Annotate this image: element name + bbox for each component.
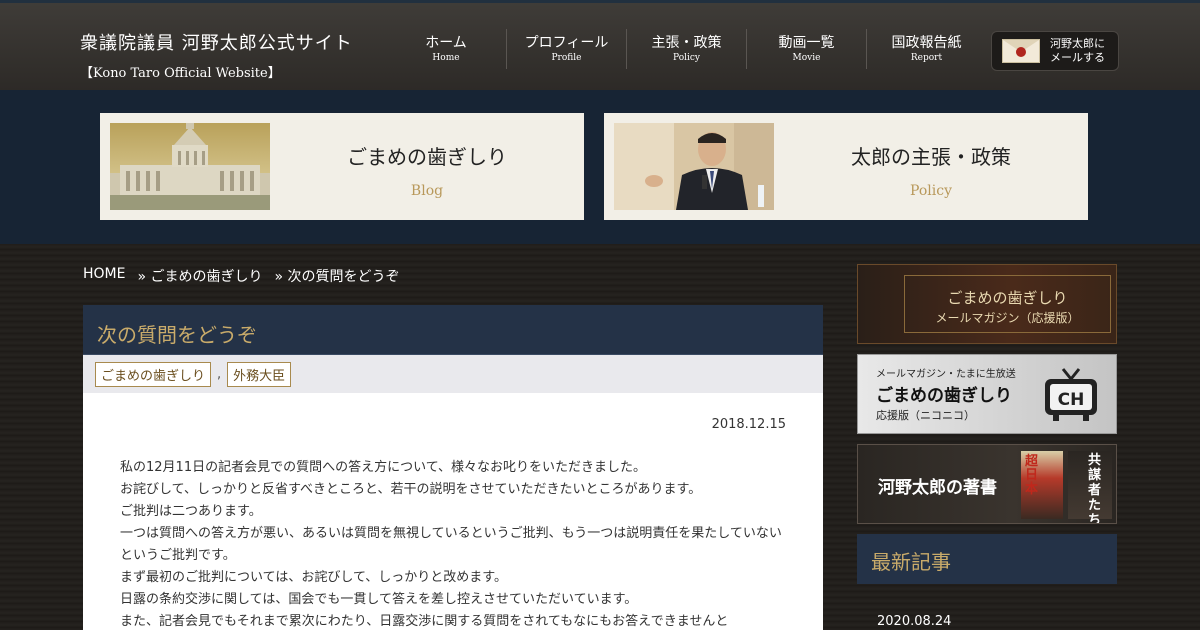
nav-policy[interactable]: 主張・政策 Policy — [626, 29, 746, 69]
feature-blog-card[interactable]: ごまめの歯ぎしり Blog — [100, 113, 584, 220]
nav-label: ホーム — [425, 35, 467, 51]
nav-profile[interactable]: プロフィール Profile — [506, 29, 626, 69]
nav-home[interactable]: ホーム Home — [386, 29, 506, 69]
nav-sublabel: Report — [910, 53, 943, 63]
article-paragraph: お詫びして、しっかりと反省すべきところと、若干の説明をさせていただきたいところが… — [120, 482, 702, 497]
mail-button[interactable]: 河野太郎に メールする — [991, 31, 1119, 71]
article-text: 私の12月11日の記者会見での質問への答え方について、様々なお叱りをいただきまし… — [120, 457, 785, 630]
latest-posts-header: 最新記事 — [857, 534, 1117, 584]
tag-separator: , — [217, 366, 222, 382]
niconico-logo-text: CH — [1058, 390, 1085, 410]
nav-label: プロフィール — [524, 35, 609, 51]
breadcrumb: HOME » ごまめの歯ぎしり » 次の質問をどうぞ — [83, 266, 400, 286]
feature-title: ごまめの歯ぎしり — [347, 145, 507, 169]
book-title-1: 超日本 — [1025, 454, 1039, 497]
article-paragraph: ご批判は二つあります。 — [120, 504, 262, 519]
article-date: 2018.12.15 — [711, 417, 786, 432]
article-header: 次の質問をどうぞ — [83, 305, 823, 355]
tag-list: ごまめの歯ぎしり , 外務大臣 — [83, 355, 823, 393]
site-title[interactable]: 衆議院議員 河野太郎公式サイト — [80, 29, 353, 55]
nav-label: 主張・政策 — [651, 35, 722, 51]
tag-foreign-minister[interactable]: 外務大臣 — [227, 361, 292, 387]
mail-button-label: 河野太郎に メールする — [1050, 37, 1105, 65]
article-title: 次の質問をどうぞ — [97, 323, 257, 347]
nav-sublabel: Home — [432, 53, 460, 63]
article: 次の質問をどうぞ ごまめの歯ぎしり , 外務大臣 2018.12.15 私の12… — [83, 305, 823, 630]
nav-label: 国政報告紙 — [891, 35, 962, 51]
main-nav: ホーム Home プロフィール Profile 主張・政策 Policy 動画一… — [386, 29, 986, 71]
niconico-channel-banner[interactable]: メールマガジン・たまに生放送 ごまめの歯ぎしり 応援版（ニコニコ） CH — [857, 354, 1117, 434]
mail-label-line1: 河野太郎に — [1050, 37, 1105, 50]
banner-title: ごまめの歯ぎしり — [947, 289, 1068, 307]
latest-posts-title: 最新記事 — [871, 550, 951, 574]
article-paragraph: まず最初のご批判については、お詫びして、しっかりと改めます。 — [120, 570, 508, 585]
nav-movie[interactable]: 動画一覧 Movie — [746, 29, 866, 69]
banner-title: ごまめの歯ぎしり — [876, 386, 1012, 406]
mailmagazine-banner[interactable]: ごまめの歯ぎしり メールマガジン（応援版） — [857, 264, 1117, 344]
latest-posts: 最新記事 2020.08.24 — [857, 534, 1117, 630]
site-header: 衆議院議員 河野太郎公式サイト 【Kono Taro Official Webs… — [0, 0, 1200, 90]
nav-sublabel: Policy — [673, 53, 700, 63]
feature-title: 太郎の主張・政策 — [851, 145, 1011, 169]
site-subtitle: 【Kono Taro Official Website】 — [80, 66, 281, 81]
article-paragraph: また、記者会見でもそれまで累次にわたり、日露交渉に関する質問をされてもなにもお答… — [120, 614, 729, 629]
banner-subtitle: メールマガジン（応援版） — [935, 311, 1080, 325]
article-paragraph: 日露の条約交渉に関しては、国会でも一貫して答えを差し控えさせていただいています。 — [120, 592, 638, 607]
nav-sublabel: Movie — [792, 53, 821, 63]
niconico-tv-icon: CH — [1045, 368, 1097, 421]
feature-band: ごまめの歯ぎしり Blog 太郎の主張・政策 Policy — [0, 90, 1200, 244]
nav-report[interactable]: 国政報告紙 Report — [866, 29, 986, 69]
feature-policy-card[interactable]: 太郎の主張・政策 Policy — [604, 113, 1088, 220]
diet-building-image — [110, 123, 270, 210]
breadcrumb-home[interactable]: HOME — [83, 266, 125, 286]
speaker-photo — [614, 123, 774, 210]
tag-blog[interactable]: ごまめの歯ぎしり — [95, 361, 212, 387]
breadcrumb-category[interactable]: » ごまめの歯ぎしり — [137, 266, 262, 286]
envelope-icon — [1002, 39, 1040, 63]
feature-subtitle: Policy — [910, 183, 952, 199]
books-banner[interactable]: 河野太郎の著書 超日本 共謀者たち — [857, 444, 1117, 524]
mail-label-line2: メールする — [1050, 51, 1105, 64]
nav-sublabel: Profile — [551, 53, 582, 63]
nav-label: 動画一覧 — [778, 35, 835, 51]
feature-subtitle: Blog — [410, 183, 444, 199]
article-paragraph: 一つは質問への答え方が悪い、あるいは質問を無視しているというご批判、もう一つは説… — [120, 526, 782, 563]
book-title-2: 共謀者たち — [1088, 453, 1102, 524]
banner-caption: メールマガジン・たまに生放送 — [876, 369, 1016, 380]
latest-post-date[interactable]: 2020.08.24 — [877, 614, 951, 629]
banner-subtitle: 応援版（ニコニコ） — [876, 409, 975, 422]
breadcrumb-current: » 次の質問をどうぞ — [274, 269, 400, 285]
article-paragraph: 私の12月11日の記者会見での質問への答え方について、様々なお叱りをいただきまし… — [120, 460, 647, 475]
article-body: 2018.12.15 私の12月11日の記者会見での質問への答え方について、様々… — [83, 393, 823, 630]
banner-title: 河野太郎の著書 — [878, 478, 997, 498]
